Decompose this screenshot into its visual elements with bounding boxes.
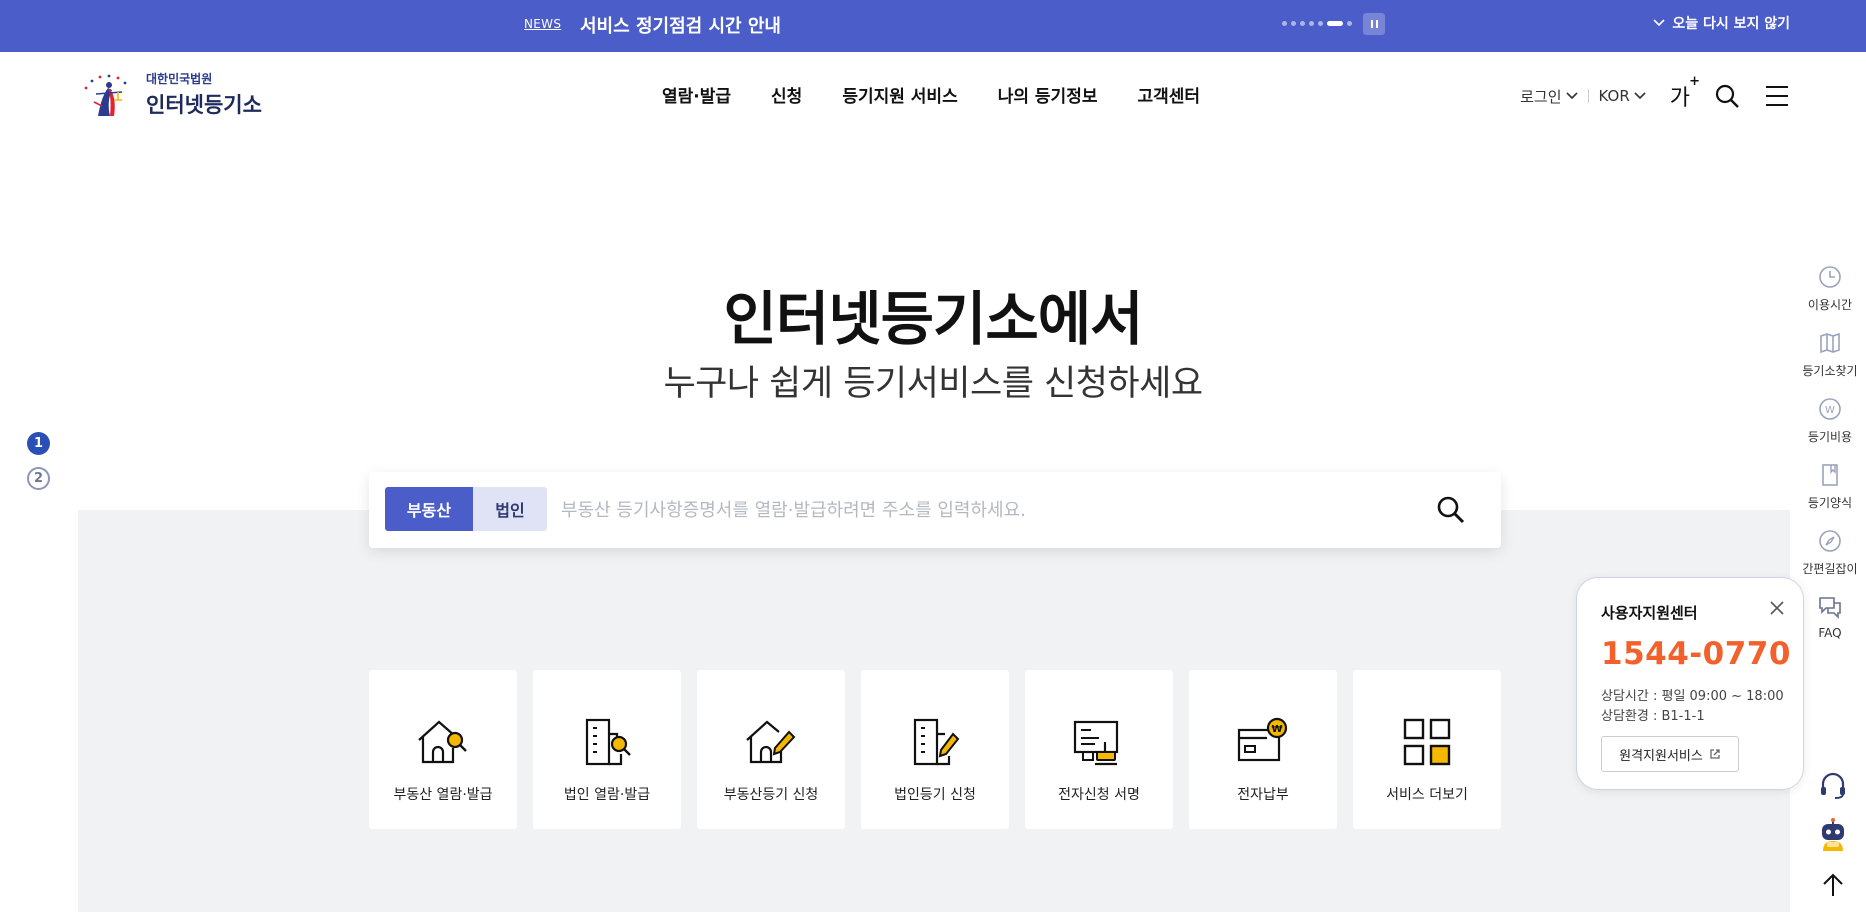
svg-text:W: W (1825, 405, 1835, 416)
check-icon (1653, 19, 1665, 27)
divider (1587, 89, 1589, 103)
quick-item-forms[interactable]: 등기양식 (1808, 462, 1852, 528)
font-size-button[interactable]: 가 + (1670, 74, 1700, 112)
quick-item-hours[interactable]: 이용시간 (1808, 264, 1852, 330)
house-search-icon (418, 720, 467, 764)
nav-item-view-issue[interactable]: 열람·발급 (662, 82, 731, 107)
quick-menu: 이용시간 등기소찾기 W 등기비용 등기양식 간편길잡이 FAQ (1800, 264, 1860, 660)
notice-bar: NEWS 서비스 정기점검 시간 안내 오늘 다시 보지 않기 (0, 0, 1866, 52)
nav-item-customer-center[interactable]: 고객센터 (1137, 82, 1200, 107)
quick-item-guide[interactable]: 간편길잡이 (1802, 528, 1858, 594)
site-logo[interactable]: 대한민국법원 인터넷등기소 (78, 66, 262, 122)
service-card-corporate-apply[interactable]: 법인등기 신청 (861, 670, 1009, 829)
service-card-real-estate-apply[interactable]: 부동산등기 신청 (697, 670, 845, 829)
court-emblem-icon (84, 74, 127, 116)
chatbot-icon[interactable] (1815, 817, 1851, 853)
external-link-icon (1710, 749, 1720, 759)
support-env: 상담환경 : B1-1-1 (1601, 709, 1705, 724)
support-hours: 상담시간 : 평일 09:00 ~ 18:00 (1601, 689, 1784, 704)
close-icon[interactable] (1769, 600, 1785, 616)
service-card-real-estate-view[interactable]: 부동산 열람·발급 (369, 670, 517, 829)
nav-item-apply[interactable]: 신청 (771, 82, 802, 107)
pager-item-1[interactable]: 1 (27, 432, 50, 455)
building-edit-icon (913, 718, 960, 766)
tab-real-estate[interactable]: 부동산 (385, 487, 473, 531)
service-card-corporate-view[interactable]: 법인 열람·발급 (533, 670, 681, 829)
e-payment-icon: ₩ (1237, 717, 1288, 762)
slide-dot[interactable] (1309, 21, 1314, 26)
notice-slide-indicator (1282, 21, 1352, 26)
quick-item-faq[interactable]: FAQ (1817, 594, 1843, 660)
grid-more-icon (1403, 718, 1451, 766)
site-header: 대한민국법원 인터넷등기소 열람·발급 신청 등기지원 서비스 나의 등기정보 … (0, 52, 1866, 136)
headset-icon[interactable] (1817, 770, 1849, 802)
scroll-top-icon[interactable] (1817, 870, 1849, 902)
pause-button[interactable] (1363, 13, 1385, 35)
chevron-down-icon (1565, 92, 1578, 100)
hero-subtitle: 누구나 쉽게 등기서비스를 신청하세요 (663, 364, 1203, 404)
logo-subtitle: 대한민국법원 (146, 71, 213, 86)
service-card-more[interactable]: 서비스 더보기 (1353, 670, 1501, 829)
language-dropdown[interactable]: KOR (1599, 87, 1646, 105)
compass-icon (1819, 530, 1841, 552)
pause-icon (1370, 20, 1373, 28)
slide-dot[interactable] (1291, 21, 1296, 26)
map-icon (1820, 332, 1840, 354)
main-nav: 열람·발급 신청 등기지원 서비스 나의 등기정보 고객센터 (662, 82, 1200, 107)
tab-corporation[interactable]: 법인 (473, 487, 547, 531)
address-search-input[interactable] (561, 490, 1421, 530)
service-card-e-payment[interactable]: ₩ 전자납부 (1189, 670, 1337, 829)
slide-dot[interactable] (1282, 21, 1287, 26)
news-tag: NEWS (524, 17, 562, 31)
chevron-down-icon (1634, 92, 1646, 100)
won-coin-icon: W (1819, 398, 1841, 420)
search-box: 부동산 법인 (369, 472, 1501, 548)
chat-icon (1819, 597, 1841, 619)
notice-title-link[interactable]: 서비스 정기점검 시간 안내 (580, 12, 781, 38)
slide-dot-active[interactable] (1327, 21, 1343, 26)
logo-title: 인터넷등기소 (146, 92, 262, 117)
remote-support-button[interactable]: 원격지원서비스 (1601, 736, 1739, 772)
menu-icon[interactable] (1764, 83, 1790, 109)
quick-item-costs[interactable]: W 등기비용 (1808, 396, 1852, 462)
support-phone: 1544-0770 (1601, 636, 1791, 672)
section-pager: 1 2 (27, 432, 50, 490)
slide-dot[interactable] (1318, 21, 1323, 26)
slide-dot[interactable] (1347, 21, 1352, 26)
slide-dot[interactable] (1300, 21, 1305, 26)
utility-menu: 로그인 KOR 가 + (1520, 74, 1790, 112)
support-title: 사용자지원센터 (1601, 604, 1698, 622)
svg-text:₩: ₩ (1271, 724, 1282, 735)
quick-item-find-office[interactable]: 등기소찾기 (1802, 330, 1858, 396)
service-shortcuts: 부동산 열람·발급 법인 열람·발급 부동산등기 신청 법인등기 신청 전자신청… (369, 670, 1501, 829)
e-sign-icon (1073, 720, 1119, 766)
dismiss-today-button[interactable]: 오늘 다시 보지 않기 (1652, 13, 1790, 33)
nav-item-support-services[interactable]: 등기지원 서비스 (842, 82, 957, 107)
pager-item-2[interactable]: 2 (27, 467, 50, 490)
search-icon[interactable] (1714, 83, 1740, 109)
login-dropdown[interactable]: 로그인 (1520, 86, 1578, 107)
hero-title: 인터넷등기소에서 (723, 285, 1144, 353)
house-edit-icon (746, 720, 796, 764)
clock-icon (1819, 266, 1841, 288)
search-submit-icon[interactable] (1435, 494, 1467, 526)
building-search-icon (585, 718, 631, 766)
nav-item-my-info[interactable]: 나의 등기정보 (998, 82, 1098, 107)
support-center-popup: 사용자지원센터 1544-0770 상담시간 : 평일 09:00 ~ 18:0… (1576, 577, 1804, 790)
form-icon (1822, 464, 1838, 486)
service-card-e-sign[interactable]: 전자신청 서명 (1025, 670, 1173, 829)
